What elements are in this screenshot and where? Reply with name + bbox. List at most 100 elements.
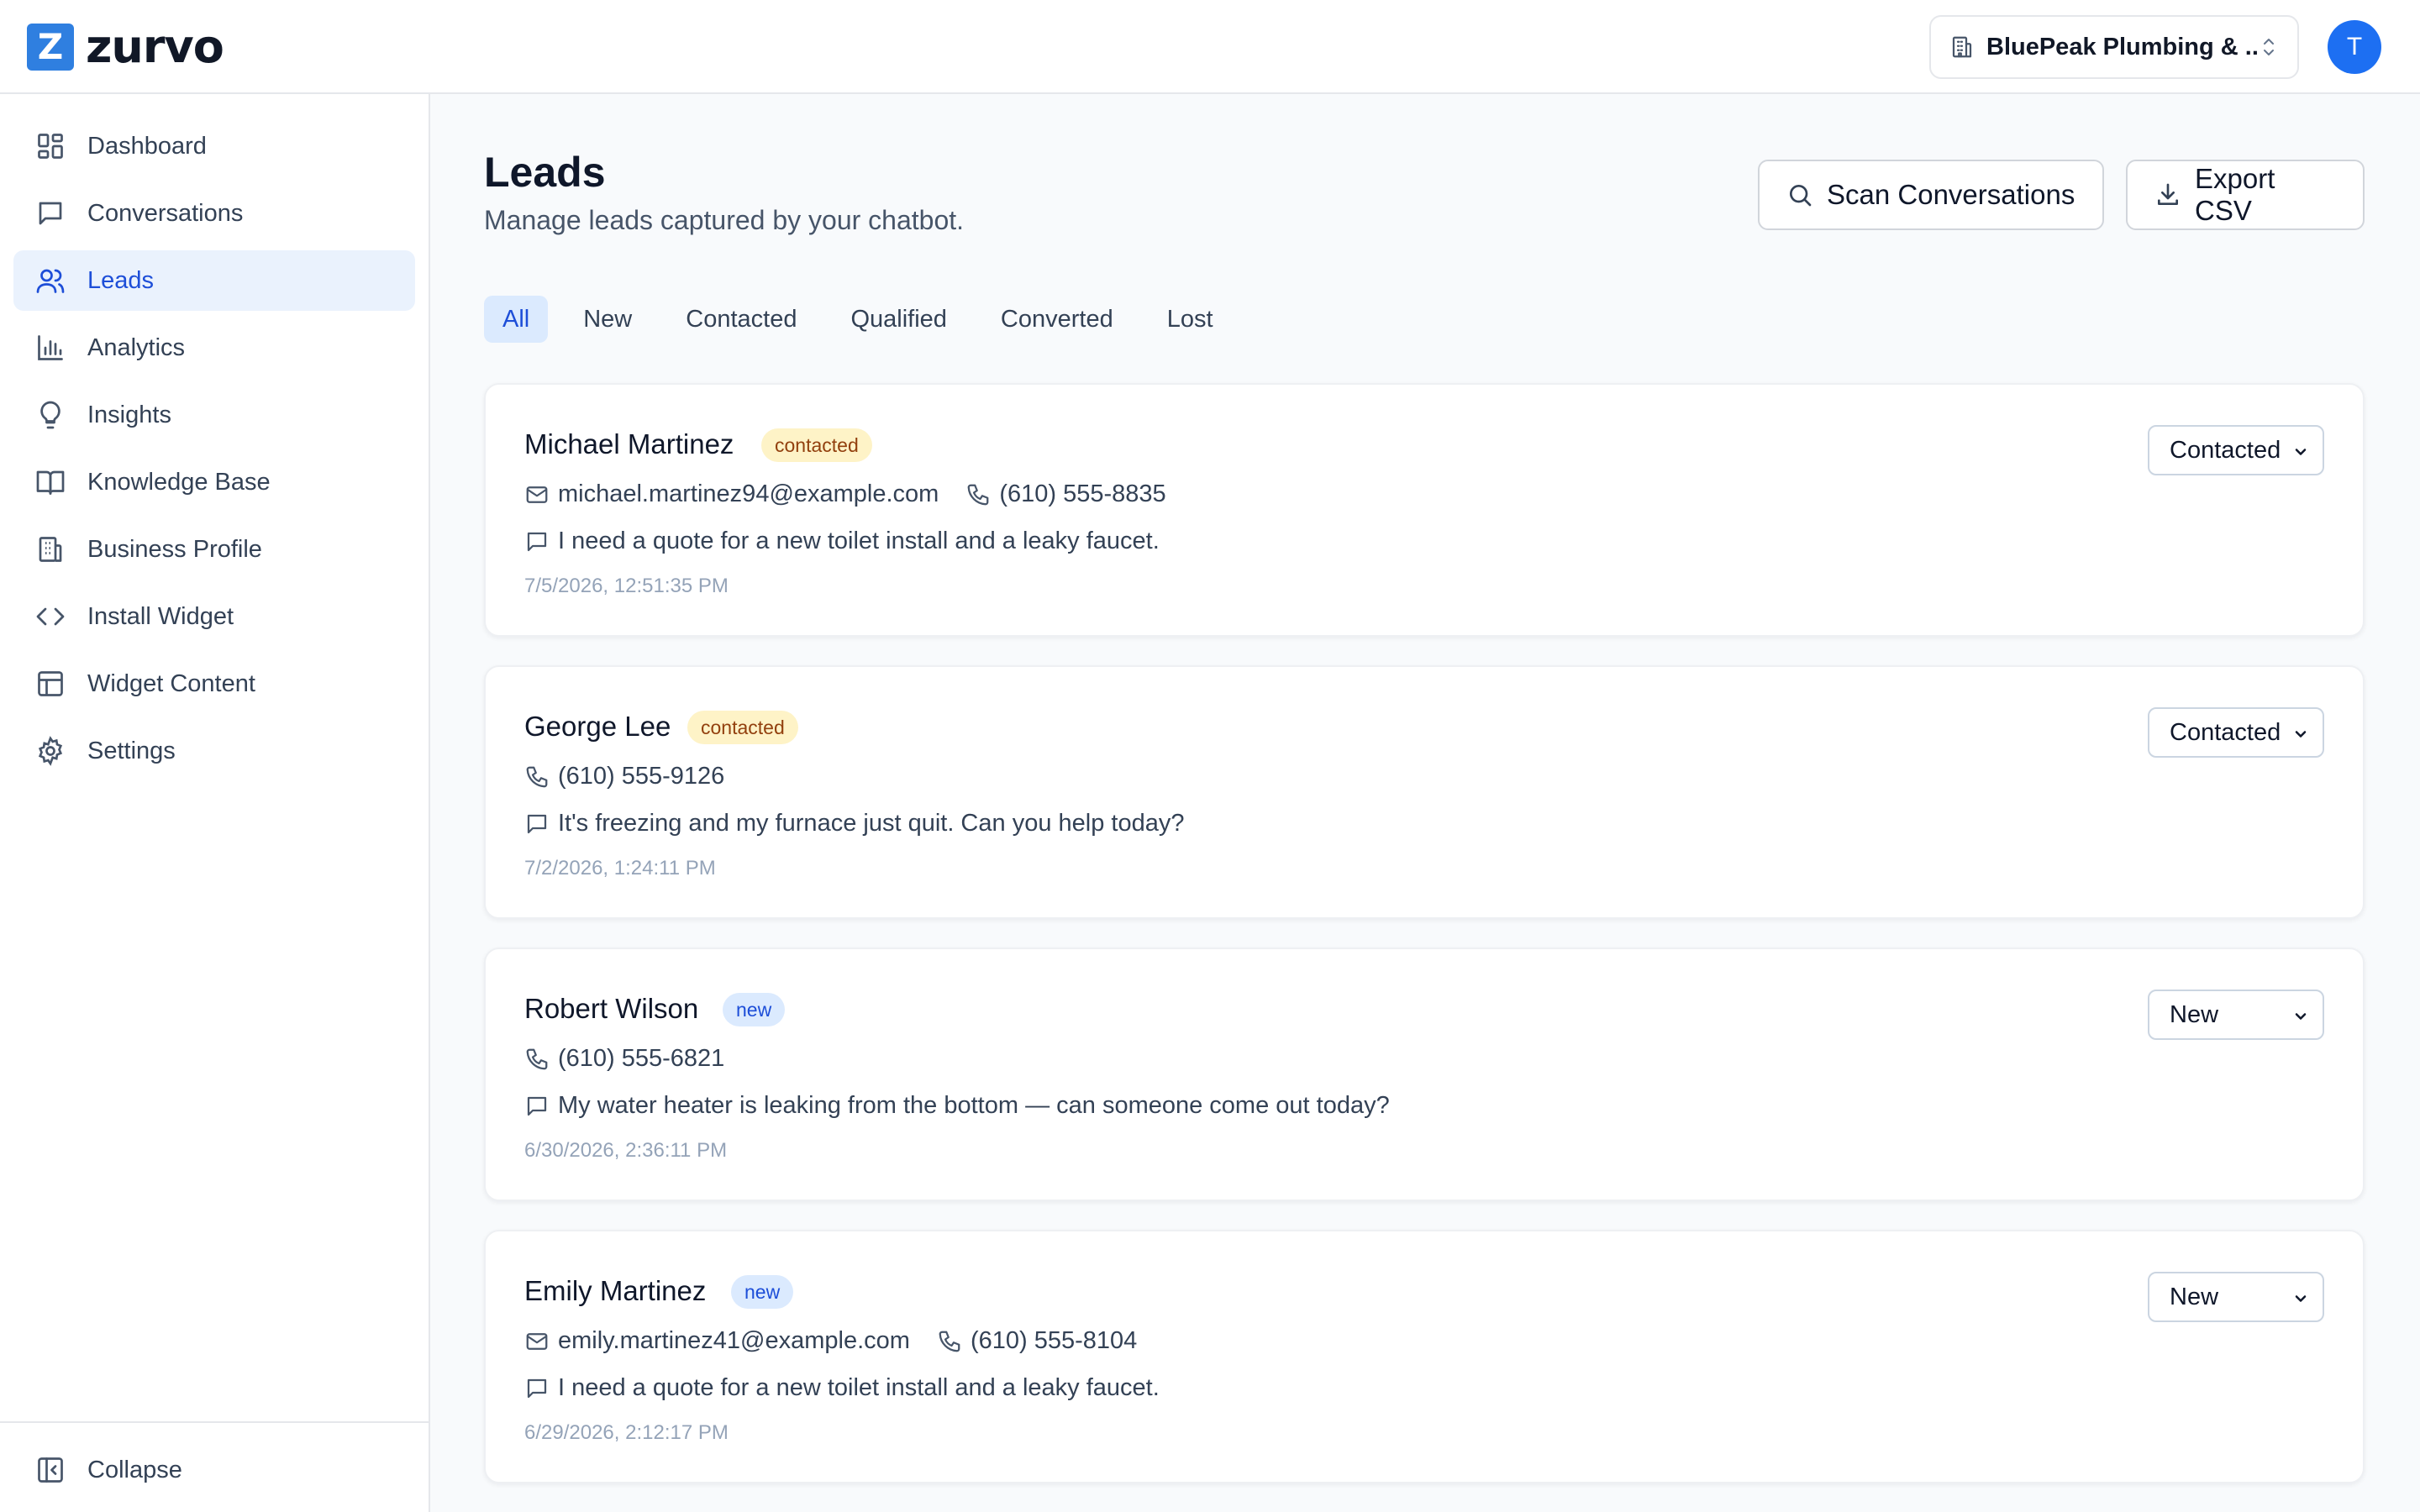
status-badge: contacted	[761, 428, 872, 462]
sidebar-item-settings[interactable]: Settings	[13, 721, 415, 781]
sidebar-item-knowledge-base[interactable]: Knowledge Base	[13, 452, 415, 512]
bar-chart-icon	[34, 331, 67, 365]
phone-icon	[524, 764, 550, 790]
lead-card: Robert Wilson new (610) 555-6821 My wate…	[484, 948, 2365, 1201]
sidebar-item-analytics[interactable]: Analytics	[13, 318, 415, 378]
lead-phone-text: (610) 555-8104	[970, 1327, 1138, 1354]
sidebar: Dashboard Conversations Leads Analytics …	[0, 94, 430, 1512]
download-icon	[2154, 181, 2181, 208]
business-selector[interactable]: BluePeak Plumbing & ...	[1929, 15, 2299, 79]
lead-timestamp: 7/2/2026, 1:24:11 PM	[524, 857, 716, 879]
sidebar-item-label: Dashboard	[87, 132, 207, 160]
lead-email[interactable]: emily.martinez41@example.com	[524, 1327, 910, 1355]
tab-qualified[interactable]: Qualified	[832, 296, 965, 343]
tab-converted[interactable]: Converted	[982, 296, 1132, 343]
tab-new[interactable]: New	[565, 296, 650, 343]
lead-phone[interactable]: (610) 555-6821	[524, 1045, 724, 1073]
sidebar-item-label: Widget Content	[87, 669, 255, 697]
lead-message-text: I need a quote for a new toilet install …	[558, 528, 1160, 554]
lead-message-text: It's freezing and my furnace just quit. …	[558, 810, 1185, 837]
lead-contact-row: (610) 555-6821	[524, 1045, 751, 1073]
tab-all[interactable]: All	[484, 296, 549, 343]
book-icon	[34, 465, 67, 499]
tab-lost[interactable]: Lost	[1149, 296, 1232, 343]
sidebar-item-insights[interactable]: Insights	[13, 385, 415, 445]
lead-message: It's freezing and my furnace just quit. …	[524, 810, 1184, 837]
scan-conversations-button[interactable]: Scan Conversations	[1758, 160, 2104, 230]
lead-status-select[interactable]: New	[2148, 1272, 2324, 1322]
lead-status-select[interactable]: New	[2148, 990, 2324, 1040]
lead-status-select[interactable]: Contacted	[2148, 425, 2324, 475]
lead-email-text: emily.martinez41@example.com	[558, 1327, 910, 1354]
top-bar: Z zurvo BluePeak Plumbing & ... T	[0, 0, 2420, 94]
sidebar-item-business-profile[interactable]: Business Profile	[13, 519, 415, 580]
lead-status-value: Contacted	[2170, 718, 2281, 746]
lead-phone[interactable]: (610) 555-9126	[524, 763, 724, 790]
sidebar-item-dashboard[interactable]: Dashboard	[13, 116, 415, 176]
collapse-button[interactable]: Collapse	[13, 1440, 415, 1500]
lead-status-select[interactable]: Contacted	[2148, 707, 2324, 758]
lead-contact-row: (610) 555-9126	[524, 763, 751, 790]
chevron-down-icon	[2292, 444, 2309, 460]
mail-icon	[524, 482, 550, 507]
lead-name: Michael Martinez	[524, 428, 734, 459]
lightbulb-icon	[34, 398, 67, 432]
lead-phone[interactable]: (610) 555-8104	[937, 1327, 1137, 1355]
collapse-sidebar-icon	[34, 1453, 67, 1487]
avatar[interactable]: T	[2328, 20, 2381, 74]
page-subtitle: Manage leads captured by your chatbot.	[484, 205, 965, 235]
lead-message-text: I need a quote for a new toilet install …	[558, 1374, 1160, 1401]
sidebar-item-widget-content[interactable]: Widget Content	[13, 654, 415, 714]
lead-phone-text: (610) 555-6821	[558, 1045, 725, 1072]
logo-mark: Z	[27, 24, 74, 71]
lead-timestamp: 6/29/2026, 2:12:17 PM	[524, 1421, 729, 1444]
page-title: Leads	[484, 149, 606, 196]
lead-message: I need a quote for a new toilet install …	[524, 528, 1160, 555]
sidebar-item-label: Settings	[87, 737, 176, 764]
status-badge: new	[731, 1275, 794, 1309]
sidebar-item-label: Business Profile	[87, 535, 262, 563]
message-icon	[524, 811, 550, 837]
lead-card: George Lee contacted (610) 555-9126 It's…	[484, 665, 2365, 919]
tab-contacted[interactable]: Contacted	[667, 296, 815, 343]
lead-status-value: New	[2170, 1000, 2219, 1028]
message-icon	[524, 1094, 550, 1119]
layout-icon	[34, 667, 67, 701]
chevron-up-down-icon	[2259, 34, 2279, 60]
status-badge: new	[723, 993, 786, 1026]
code-icon	[34, 600, 67, 633]
phone-icon	[524, 1047, 550, 1072]
lead-name: Emily Martinez	[524, 1275, 707, 1306]
lead-timestamp: 7/5/2026, 12:51:35 PM	[524, 575, 729, 597]
sidebar-item-install-widget[interactable]: Install Widget	[13, 586, 415, 647]
lead-timestamp: 6/30/2026, 2:36:11 PM	[524, 1139, 728, 1162]
lead-message: My water heater is leaking from the bott…	[524, 1092, 1390, 1120]
search-icon	[1786, 181, 1813, 208]
scan-conversations-label: Scan Conversations	[1827, 179, 2075, 210]
building-icon	[1949, 34, 1975, 60]
building-icon	[34, 533, 67, 566]
lead-card: Michael Martinez contacted michael.marti…	[484, 383, 2365, 637]
logo[interactable]: Z zurvo	[27, 24, 224, 71]
lead-message: I need a quote for a new toilet install …	[524, 1374, 1160, 1402]
users-icon	[34, 264, 67, 297]
lead-phone-text: (610) 555-8835	[999, 480, 1166, 507]
lead-contact-row: michael.martinez94@example.com (610) 555…	[524, 480, 1193, 508]
lead-phone[interactable]: (610) 555-8835	[965, 480, 1166, 508]
lead-email[interactable]: michael.martinez94@example.com	[524, 480, 939, 508]
lead-status-value: New	[2170, 1283, 2219, 1310]
phone-icon	[965, 482, 991, 507]
message-icon	[524, 529, 550, 554]
export-csv-button[interactable]: Export CSV	[2126, 160, 2365, 230]
sidebar-item-conversations[interactable]: Conversations	[13, 183, 415, 244]
mail-icon	[524, 1329, 550, 1354]
message-icon	[524, 1376, 550, 1401]
lead-status-value: Contacted	[2170, 436, 2281, 464]
chevron-down-icon	[2292, 726, 2309, 743]
chevron-down-icon	[2292, 1290, 2309, 1307]
sidebar-item-leads[interactable]: Leads	[13, 250, 415, 311]
sidebar-item-label: Insights	[87, 401, 171, 428]
status-badge: contacted	[687, 711, 798, 744]
lead-email-text: michael.martinez94@example.com	[558, 480, 939, 507]
lead-card: Emily Martinez new emily.martinez41@exam…	[484, 1230, 2365, 1483]
